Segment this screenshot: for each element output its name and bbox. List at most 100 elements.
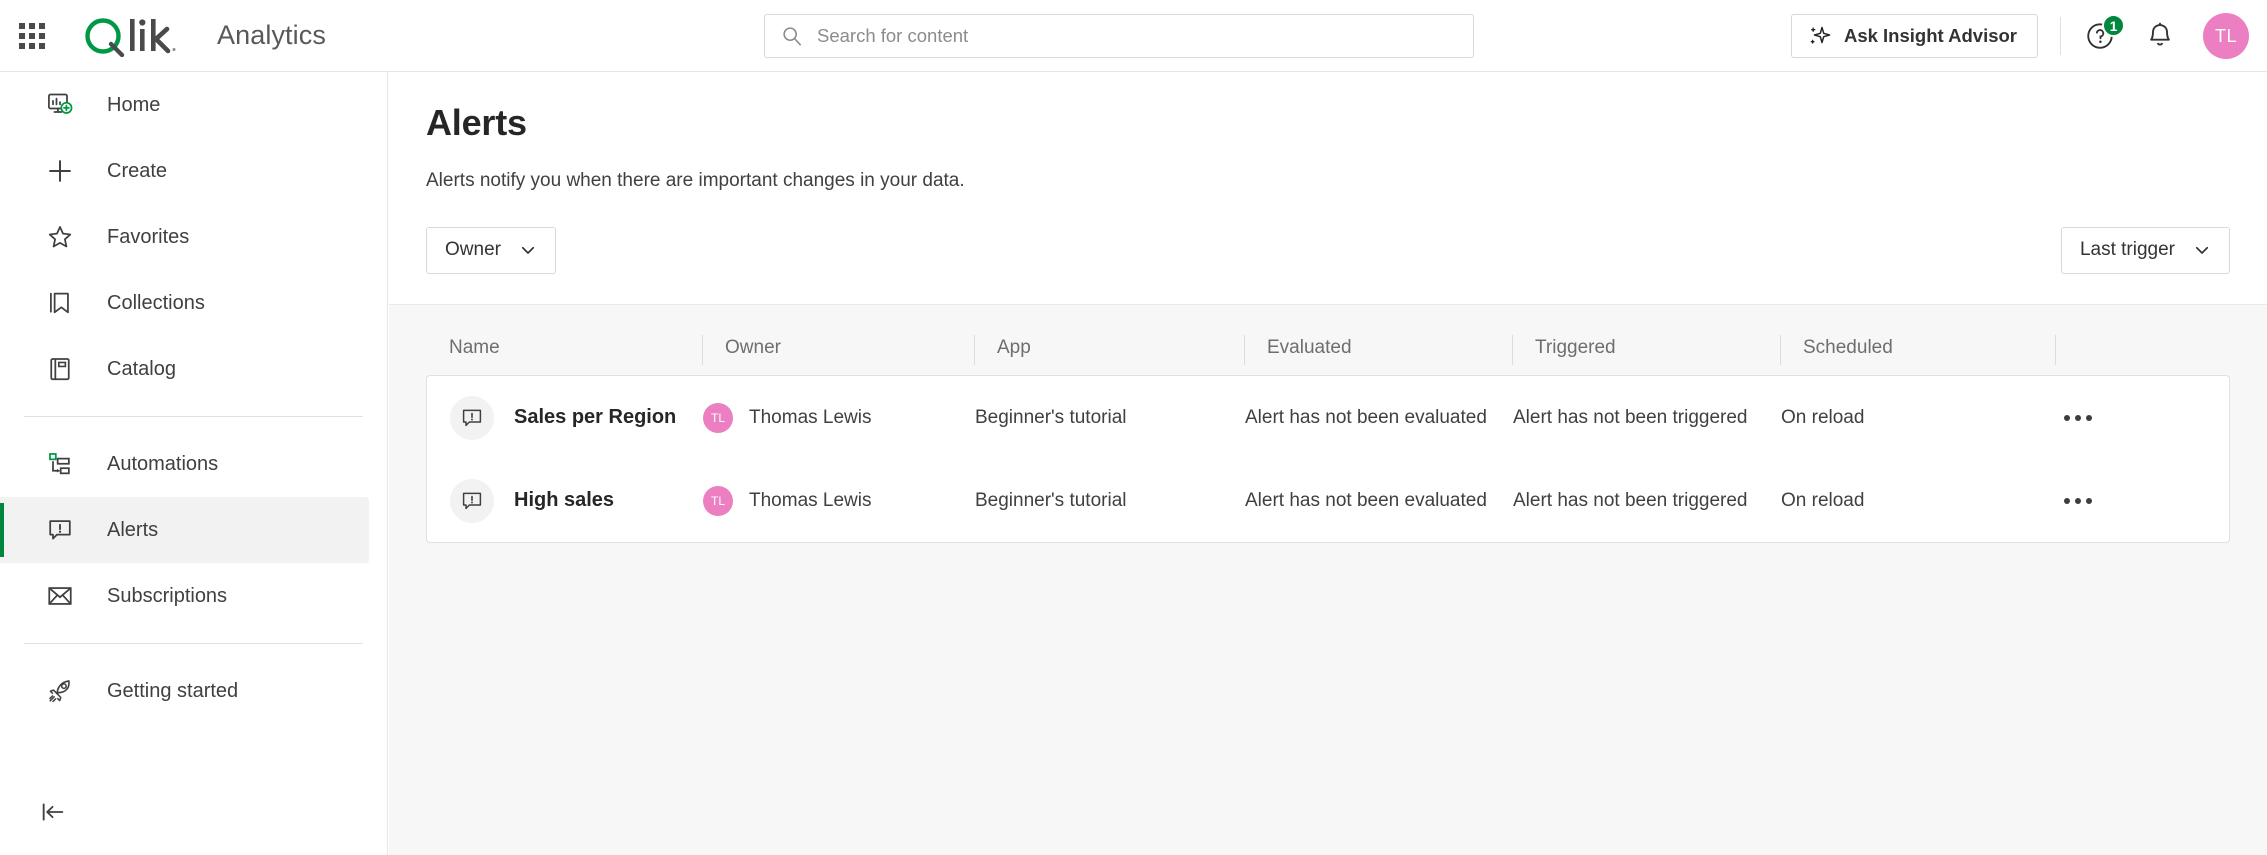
home-chart-icon (45, 90, 75, 120)
cell-triggered: Alert has not been triggered (1513, 490, 1781, 512)
owner-avatar: TL (703, 486, 733, 516)
owner-name: Thomas Lewis (749, 490, 872, 512)
sidebar-item-create[interactable]: Create (0, 138, 369, 204)
sidebar-item-home[interactable]: Home (0, 72, 369, 138)
sidebar-item-label: Alerts (107, 519, 158, 542)
sidebar: Home Create Favorites Collections (0, 72, 388, 855)
sidebar-item-label: Collections (107, 292, 205, 315)
cell-app: Beginner's tutorial (975, 407, 1245, 429)
cell-triggered: Alert has not been triggered (1513, 407, 1781, 429)
column-divider (1780, 335, 1781, 365)
alert-name: Sales per Region (514, 406, 676, 429)
more-options-icon[interactable] (2056, 479, 2100, 523)
notifications-button[interactable] (2143, 19, 2177, 53)
sidebar-item-collections[interactable]: Collections (0, 270, 369, 336)
help-button[interactable]: 1 (2083, 19, 2117, 53)
search-icon (781, 25, 803, 47)
help-badge: 1 (2102, 14, 2125, 37)
chevron-down-icon (2193, 241, 2211, 259)
rocket-icon (45, 676, 75, 706)
cell-name[interactable]: Sales per Region (427, 396, 703, 440)
alerts-table: Name Owner App Evaluated Triggered Sched… (389, 304, 2267, 855)
top-bar: Analytics Search for content Ask Insight… (0, 0, 2267, 72)
app-launcher-grid-icon[interactable] (17, 21, 47, 51)
star-icon (45, 222, 75, 252)
toolbar-divider (2060, 17, 2061, 55)
ask-insight-advisor-label: Ask Insight Advisor (1844, 25, 2017, 47)
sort-dropdown[interactable]: Last trigger (2061, 227, 2230, 274)
column-divider (974, 335, 975, 365)
sidebar-item-label: Favorites (107, 226, 189, 249)
owner-filter-dropdown[interactable]: Owner (426, 227, 556, 274)
envelope-icon (45, 581, 75, 611)
bookmark-icon (45, 288, 75, 318)
sparkle-icon (1808, 24, 1832, 48)
alert-bubble-icon (450, 479, 494, 523)
sidebar-item-label: Home (107, 94, 160, 117)
cell-actions (2056, 396, 2226, 440)
sidebar-item-automations[interactable]: Automations (0, 431, 369, 497)
main-content: Alerts Alerts notify you when there are … (389, 72, 2267, 855)
cell-owner: TL Thomas Lewis (703, 403, 975, 433)
cell-app: Beginner's tutorial (975, 490, 1245, 512)
page-subtitle: Alerts notify you when there are importa… (426, 170, 2267, 192)
alerts-list-card: Sales per Region TL Thomas Lewis Beginne… (426, 375, 2230, 543)
cell-actions (2056, 479, 2226, 523)
filter-bar: Owner Last trigger (389, 226, 2267, 274)
sidebar-item-getting-started[interactable]: Getting started (0, 658, 369, 724)
column-header-actions (2055, 337, 2225, 375)
column-header-name[interactable]: Name (426, 337, 702, 375)
brand[interactable]: Analytics (81, 15, 326, 57)
cell-scheduled: On reload (1781, 490, 2056, 512)
brand-name: Analytics (217, 20, 326, 51)
collapse-panel-icon[interactable] (36, 795, 70, 829)
column-divider (702, 335, 703, 365)
column-divider (1244, 335, 1245, 365)
sidebar-item-label: Catalog (107, 358, 176, 381)
cell-evaluated: Alert has not been evaluated (1245, 490, 1513, 512)
more-options-icon[interactable] (2056, 396, 2100, 440)
sidebar-item-label: Getting started (107, 680, 238, 703)
alert-bubble-icon (45, 515, 75, 545)
column-header-evaluated[interactable]: Evaluated (1244, 337, 1512, 375)
column-divider (2055, 335, 2056, 365)
sidebar-item-favorites[interactable]: Favorites (0, 204, 369, 270)
table-header-row: Name Owner App Evaluated Triggered Sched… (426, 305, 2230, 375)
column-header-scheduled[interactable]: Scheduled (1780, 337, 2055, 375)
sidebar-item-label: Subscriptions (107, 585, 227, 608)
avatar[interactable]: TL (2203, 13, 2249, 59)
top-bar-actions: Ask Insight Advisor 1 TL (1791, 0, 2249, 72)
automations-icon (45, 449, 75, 479)
owner-avatar: TL (703, 403, 733, 433)
search-bar[interactable]: Search for content (764, 14, 1474, 58)
book-icon (45, 354, 75, 384)
column-header-triggered[interactable]: Triggered (1512, 337, 1780, 375)
bell-icon (2145, 21, 2175, 51)
table-row[interactable]: High sales TL Thomas Lewis Beginner's tu… (427, 459, 2229, 542)
search-input[interactable]: Search for content (817, 25, 968, 47)
alert-bubble-icon (450, 396, 494, 440)
alert-name: High sales (514, 489, 614, 512)
table-row[interactable]: Sales per Region TL Thomas Lewis Beginne… (427, 376, 2229, 459)
column-header-owner[interactable]: Owner (702, 337, 974, 375)
cell-name[interactable]: High sales (427, 479, 703, 523)
owner-filter-label: Owner (445, 239, 501, 261)
page-title: Alerts (426, 102, 2267, 144)
sort-label: Last trigger (2080, 239, 2175, 261)
sidebar-item-subscriptions[interactable]: Subscriptions (0, 563, 369, 629)
plus-icon (45, 156, 75, 186)
chevron-down-icon (519, 241, 537, 259)
column-header-app[interactable]: App (974, 337, 1244, 375)
ask-insight-advisor-button[interactable]: Ask Insight Advisor (1791, 14, 2038, 58)
sidebar-item-catalog[interactable]: Catalog (0, 336, 369, 402)
sidebar-item-label: Automations (107, 453, 218, 476)
cell-evaluated: Alert has not been evaluated (1245, 407, 1513, 429)
qlik-logo-icon (81, 15, 201, 57)
owner-name: Thomas Lewis (749, 407, 872, 429)
sidebar-item-alerts[interactable]: Alerts (0, 497, 369, 563)
sidebar-item-label: Create (107, 160, 167, 183)
column-divider (1512, 335, 1513, 365)
sidebar-divider-2 (24, 643, 363, 644)
page-header: Alerts Alerts notify you when there are … (389, 72, 2267, 192)
cell-scheduled: On reload (1781, 407, 2056, 429)
